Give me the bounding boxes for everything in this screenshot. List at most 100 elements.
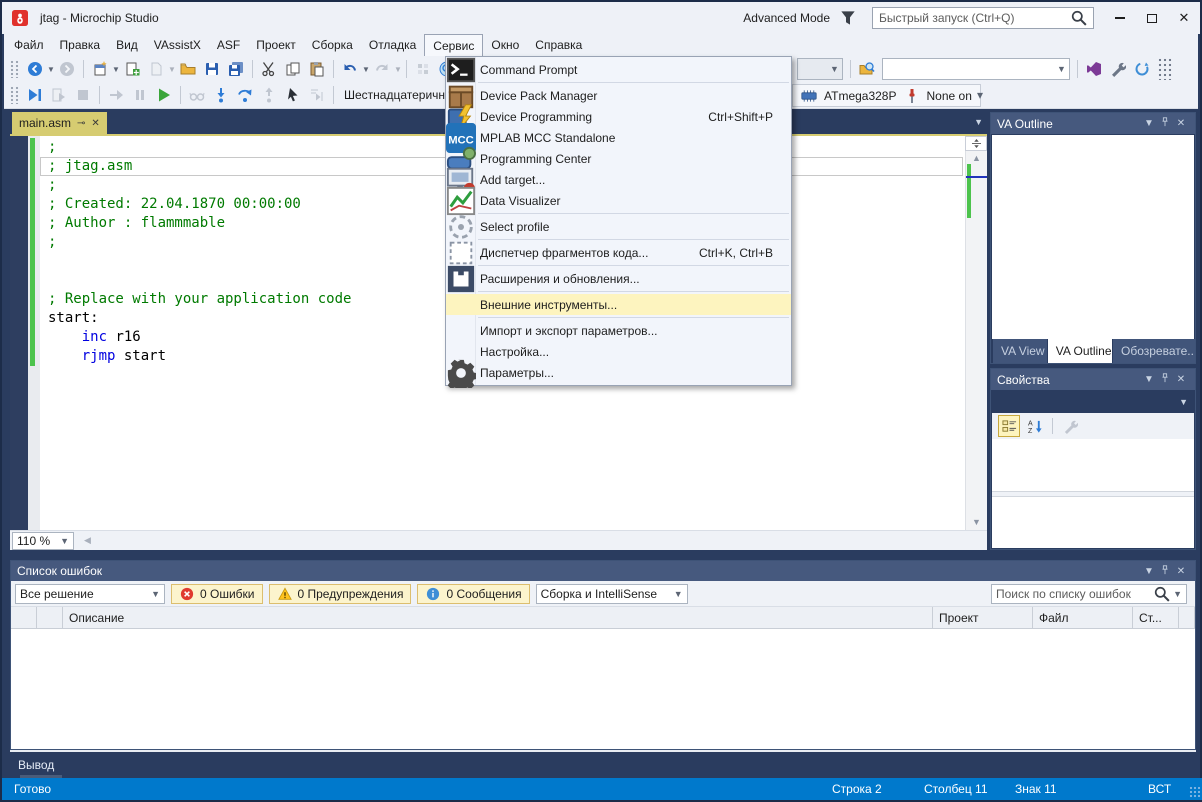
window-position-chevron-icon[interactable]: ▼ [1141, 118, 1157, 129]
menubar-item-tools-open[interactable]: Сервис [424, 34, 484, 56]
run-green-button[interactable] [152, 84, 176, 106]
chevron-down-icon[interactable]: ▼ [362, 58, 370, 80]
vs-logo-button[interactable] [1082, 58, 1106, 80]
close-button[interactable]: ✕ [1168, 5, 1200, 31]
nav-forward-button[interactable] [55, 58, 79, 80]
resize-grip[interactable] [1189, 786, 1201, 798]
toolbar-combo[interactable]: ▼ [797, 58, 843, 80]
attach-button[interactable] [104, 84, 128, 106]
column-header-описание[interactable]: Описание [63, 607, 933, 628]
add-item-button[interactable] [120, 58, 144, 80]
chevron-down-icon[interactable]: ▼ [112, 58, 120, 80]
properties-header[interactable]: Свойства ▼ ✕ [991, 369, 1195, 390]
open-folder-button[interactable] [176, 58, 200, 80]
save-button[interactable] [200, 58, 224, 80]
copy-button[interactable] [281, 58, 305, 80]
cut-button[interactable] [257, 58, 281, 80]
step-over-button[interactable] [233, 84, 257, 106]
debugger-name[interactable]: None on [927, 89, 972, 103]
menu-item-customize[interactable]: Настройка... [446, 341, 791, 362]
feedback-button[interactable] [1130, 58, 1154, 80]
menubar-item-правка[interactable]: Правка [52, 34, 109, 56]
run-to-cursor-button[interactable] [305, 84, 329, 106]
split-editor-handle[interactable] [965, 136, 987, 151]
minimize-button[interactable] [1104, 5, 1136, 31]
column-header-6[interactable] [1179, 607, 1195, 628]
menubar-item-проект[interactable]: Проект [248, 34, 304, 56]
funnel-icon[interactable] [840, 10, 856, 26]
categorized-icon[interactable] [998, 415, 1020, 437]
column-header-1[interactable] [37, 607, 63, 628]
toolbar-overflow[interactable] [1158, 58, 1172, 80]
nav-back-button[interactable] [23, 58, 47, 80]
close-icon[interactable]: ✕ [91, 118, 99, 129]
scope-filter-select[interactable]: Все решение ▼ [15, 583, 165, 604]
properties-object-select[interactable]: ▼ [992, 391, 1194, 413]
tool-tab-va-outline[interactable]: VA Outline [1047, 339, 1112, 363]
menubar-item-отладка[interactable]: Отладка [361, 34, 424, 56]
save-all-button[interactable] [224, 58, 248, 80]
close-icon[interactable]: ✕ [1173, 374, 1189, 385]
breakpoints-glasses-button[interactable] [185, 84, 209, 106]
menu-item-device-programming[interactable]: Device Programming Ctrl+Shift+P [446, 103, 791, 129]
menubar-item-справка[interactable]: Справка [527, 34, 590, 56]
window-position-chevron-icon[interactable]: ▼ [1141, 374, 1157, 385]
pin-icon[interactable]: ⊸ [77, 118, 85, 129]
quick-launch-box[interactable] [872, 7, 1094, 29]
properties-splitter[interactable] [992, 491, 1194, 497]
messages-filter-button[interactable]: 0 Сообщения [417, 583, 530, 604]
errors-filter-button[interactable]: 0 Ошибки [171, 583, 263, 604]
new-file-button[interactable] [144, 58, 168, 80]
tool-tab-обозревате-[interactable]: Обозревате... [1113, 339, 1195, 363]
toolbar-combo[interactable]: ▼ [882, 58, 1070, 80]
menubar-item-сборка[interactable]: Сборка [304, 34, 361, 56]
debug-restart-button[interactable] [47, 84, 71, 106]
column-header-ст-[interactable]: Ст... [1133, 607, 1179, 628]
close-icon[interactable]: ✕ [1173, 566, 1189, 577]
menu-item-mplab-mcc-standalone[interactable]: MCC MPLAB MCC Standalone [446, 122, 791, 153]
warnings-filter-button[interactable]: 0 Предупреждения [268, 583, 412, 604]
column-header-файл[interactable]: Файл [1033, 607, 1133, 628]
menu-item-data-visualizer[interactable]: Data Visualizer [446, 186, 791, 215]
menu-item-options[interactable]: Параметры... [446, 359, 791, 388]
toolbar-overflow-chevron-icon[interactable]: ▾ [976, 84, 984, 106]
step-into-button[interactable] [209, 84, 233, 106]
menu-item-select-profile[interactable]: Select profile [446, 214, 791, 239]
menubar-item-asf[interactable]: ASF [209, 34, 248, 56]
menubar-item-vassistx[interactable]: VAssistX [146, 34, 209, 56]
va-outline-header[interactable]: VA Outline ▼ ✕ [991, 113, 1195, 134]
menu-item-code-snippets-manager[interactable]: Диспетчер фрагментов кода... Ctrl+K, Ctrl… [446, 241, 791, 264]
menu-item-programming-center[interactable]: Programming Center [446, 146, 791, 172]
menu-item-command-prompt[interactable]: Command Prompt [446, 57, 791, 82]
toolbar-grip[interactable] [10, 86, 20, 104]
block-select-button[interactable] [411, 58, 435, 80]
error-list-header[interactable]: Список ошибок ▼ ✕ [11, 561, 1195, 581]
device-name[interactable]: ATmega328P [824, 89, 897, 103]
menu-item-import-export-settings[interactable]: Импорт и экспорт параметров... [446, 320, 791, 341]
scroll-up-icon[interactable]: ▲ [966, 153, 987, 163]
editor-zoom-select[interactable]: 110 % ▼ [12, 531, 74, 550]
undo-button[interactable] [338, 58, 362, 80]
file-list-chevron-icon[interactable]: ▼ [974, 117, 983, 127]
debug-pause-button[interactable] [128, 84, 152, 106]
menu-item-extensions-updates[interactable]: Расширения и обновления... [446, 265, 791, 292]
chevron-down-icon[interactable]: ▼ [394, 58, 402, 80]
menu-item-device-pack-manager[interactable]: Device Pack Manager [446, 85, 791, 108]
chevron-down-icon[interactable]: ▼ [168, 58, 176, 80]
error-search-box[interactable]: ▼ [991, 583, 1187, 604]
maximize-button[interactable] [1136, 5, 1168, 31]
new-project-button[interactable] [88, 58, 112, 80]
sort-alphabetical-icon[interactable]: AZ [1024, 415, 1046, 437]
debug-stop-button[interactable] [71, 84, 95, 106]
chevron-down-icon[interactable]: ▼ [47, 58, 55, 80]
column-header-проект[interactable]: Проект [933, 607, 1033, 628]
window-position-chevron-icon[interactable]: ▼ [1141, 566, 1157, 577]
pin-icon[interactable] [1157, 117, 1173, 130]
error-search-input[interactable] [996, 586, 1155, 601]
wrench-button[interactable] [1106, 58, 1130, 80]
source-filter-select[interactable]: Сборка и IntelliSense ▼ [535, 583, 688, 604]
menubar-item-файл[interactable]: Файл [6, 34, 52, 56]
cursor-arrow-button[interactable] [281, 84, 305, 106]
pin-icon[interactable] [1157, 373, 1173, 386]
column-header-0[interactable] [11, 607, 37, 628]
